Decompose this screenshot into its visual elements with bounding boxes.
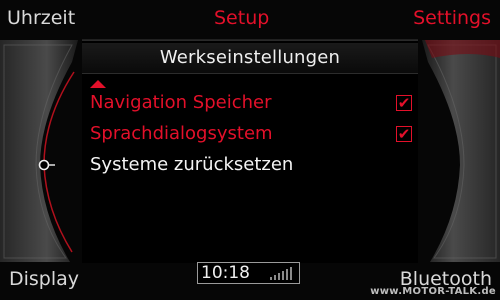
- main-screen: Werkseinstellungen Navigation Speicher ✔…: [82, 40, 418, 263]
- softkey-uhrzeit[interactable]: Uhrzeit: [7, 7, 75, 29]
- softkey-settings[interactable]: Settings: [413, 7, 491, 29]
- softkey-display[interactable]: Display: [9, 268, 79, 290]
- menu-item-sprachdialogsystem[interactable]: Sprachdialogsystem ✔: [90, 120, 416, 148]
- checkbox-checked-icon[interactable]: ✔: [396, 95, 412, 111]
- status-bar: 10:18: [197, 262, 300, 284]
- menu-item-systeme-zuruecksetzen[interactable]: Systeme zurücksetzen: [90, 151, 416, 179]
- menu-item-label: Sprachdialogsystem: [90, 123, 273, 144]
- menu-item-navigation-speicher[interactable]: Navigation Speicher ✔: [90, 89, 416, 117]
- watermark: www.MOTOR-TALK.de: [370, 286, 496, 297]
- page-title: Werkseinstellungen: [82, 43, 418, 74]
- checkbox-checked-icon[interactable]: ✔: [396, 126, 412, 142]
- menu-item-label: Navigation Speicher: [90, 92, 272, 113]
- signal-bars-icon: [270, 267, 292, 280]
- softkey-setup[interactable]: Setup: [214, 7, 269, 29]
- scroll-up-arrow-icon[interactable]: [90, 80, 106, 88]
- clock: 10:18: [201, 263, 250, 283]
- selection-cursor-icon: [38, 159, 55, 171]
- menu-item-label: Systeme zurücksetzen: [90, 154, 294, 175]
